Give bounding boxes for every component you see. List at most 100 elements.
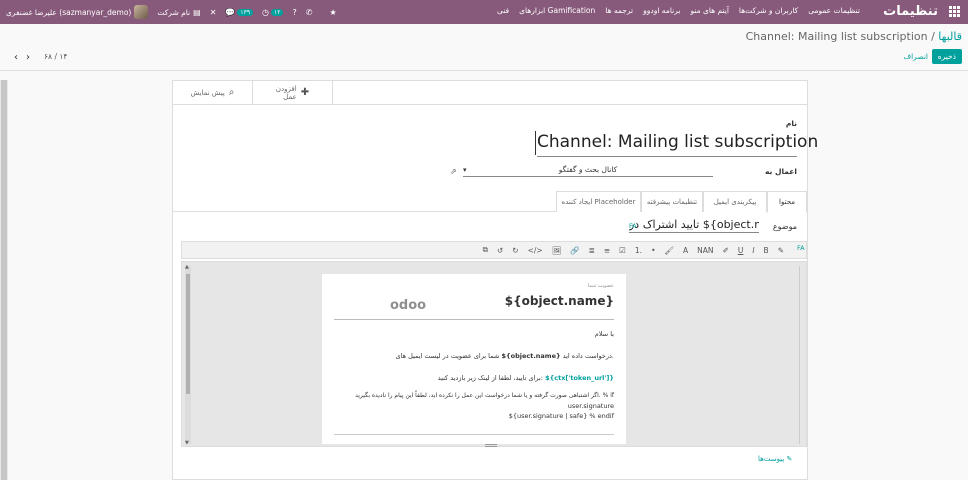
- editor-resize-handle[interactable]: [485, 444, 497, 447]
- email-preview-card[interactable]: عضویت شما ${object.name} odoo با سلام شم…: [322, 274, 626, 444]
- highlight-icon[interactable]: 🖌: [665, 246, 675, 255]
- numbered-list-icon[interactable]: 1.: [635, 246, 642, 255]
- tab-placeholder-generator[interactable]: ایجاد کننده Placeholder: [556, 191, 641, 212]
- font-size-select[interactable]: NAN: [697, 246, 713, 255]
- tab-email-config[interactable]: پیکربندی ایمیل: [703, 191, 767, 212]
- email-title: ${object.name}: [504, 294, 614, 308]
- smart-button-box: پیش نمایش ⌕ افزودن عمل ✚: [173, 81, 807, 105]
- company-switcher[interactable]: نام شرکت ▤: [157, 8, 200, 17]
- paragraph-icon[interactable]: ≣: [589, 246, 595, 255]
- caret-down-icon: ▾: [463, 166, 467, 174]
- chevron-left-icon[interactable]: ‹: [14, 52, 18, 63]
- company-label: نام شرکت: [157, 7, 191, 17]
- menu-general-settings[interactable]: تنظیمات عمومی: [808, 6, 860, 15]
- email-line-1: شما برای عضویت در لیست ایمیل های ${objec…: [396, 352, 614, 360]
- email-greeting: با سلام: [594, 330, 614, 338]
- paperclip-icon: ✎: [786, 455, 793, 463]
- font-color-icon[interactable]: A: [683, 246, 688, 255]
- app-brand[interactable]: تنظیمات: [883, 4, 938, 19]
- attachments-label: پیوست‌ها: [758, 455, 785, 463]
- pager-value[interactable]: ۶۸ / ۱۴: [44, 52, 67, 61]
- debug-tools-icon[interactable]: ✕: [210, 8, 217, 17]
- align-icon[interactable]: ≡: [604, 246, 610, 255]
- page-scrollbar[interactable]: [0, 80, 8, 480]
- name-label: نام: [785, 119, 797, 128]
- style-brush-icon[interactable]: ✎: [778, 246, 784, 255]
- help-icon[interactable]: ?: [292, 8, 296, 17]
- plus-icon: ✚: [300, 86, 310, 98]
- chevron-right-icon[interactable]: ›: [26, 52, 30, 63]
- italic-icon[interactable]: I: [752, 246, 754, 255]
- email-line-2: برای تایید، لطفا از لینک زیر بازدید کنید…: [438, 374, 614, 382]
- messages-badge: ۱۳۹: [237, 8, 254, 16]
- bullet-list-icon[interactable]: •: [651, 246, 655, 255]
- star-icon[interactable]: ★: [329, 8, 336, 17]
- breadcrumb-parent[interactable]: قالبها: [938, 30, 962, 43]
- email-line-4: user.signature: [567, 402, 614, 410]
- undo-icon[interactable]: ↺: [497, 246, 503, 255]
- menu-odoo-app[interactable]: برنامه اودوو: [643, 6, 680, 15]
- code-view-icon[interactable]: </>: [528, 246, 543, 255]
- email-divider: [334, 319, 614, 320]
- add-action-button[interactable]: افزودن عمل ✚: [253, 81, 333, 104]
- email-line-2-prefix: برای تایید، لطفا از لینک زیر بازدید کنید…: [437, 374, 543, 382]
- messaging-menu[interactable]: 💬 ۱۳۹: [225, 7, 254, 17]
- menu-gamification[interactable]: ابزارهای Gamification: [519, 6, 595, 15]
- eraser-icon[interactable]: ✐: [723, 246, 729, 255]
- email-line-1-prefix: شما برای عضویت در لیست ایمیل های: [395, 352, 500, 360]
- breadcrumb-current: Channel: Mailing list subscription: [745, 30, 928, 43]
- breadcrumb: Channel: Mailing list subscription / قال…: [746, 30, 962, 43]
- menu-menu-items[interactable]: آیتم های منو: [690, 6, 728, 15]
- editor-scroll-thumb[interactable]: [186, 274, 190, 394]
- editor-lang-button[interactable]: FA: [797, 244, 805, 252]
- menu-technical[interactable]: فنی: [497, 6, 509, 15]
- apply-to-label: اعمال به: [764, 167, 797, 176]
- scroll-up-icon[interactable]: ▲: [185, 264, 189, 270]
- scroll-down-icon[interactable]: ▼: [185, 440, 189, 446]
- link-icon[interactable]: 🔗: [570, 246, 579, 255]
- activity-badge: ۱۲: [271, 8, 284, 16]
- redo-icon[interactable]: ↻: [512, 246, 518, 255]
- subject-lang-button[interactable]: FA: [629, 222, 637, 230]
- fullscreen-icon[interactable]: ⧉: [483, 245, 488, 255]
- scrollbar-thumb[interactable]: [1, 80, 7, 480]
- user-menu[interactable]: علیرضا غضنفری (sazmanyar_demo): [6, 5, 149, 19]
- phone-icon[interactable]: ✆: [306, 8, 313, 17]
- apply-to-select[interactable]: ▾ کانال بحث و گفتگو: [463, 163, 713, 177]
- avatar: [134, 5, 149, 19]
- external-link-icon[interactable]: ⇗: [450, 167, 457, 176]
- editor-scrollbar[interactable]: ▲ ▼: [185, 264, 191, 446]
- email-token-link[interactable]: ${ctx['token_url']}: [545, 374, 614, 382]
- editor-divider: [799, 266, 800, 444]
- checklist-icon[interactable]: ☑: [619, 246, 626, 255]
- discard-button[interactable]: انصراف: [903, 52, 928, 61]
- attachments-link[interactable]: پیوست‌ها ✎: [758, 455, 792, 463]
- subject-field[interactable]: تایید اشتراک در ${object.name}: [629, 217, 759, 233]
- save-button[interactable]: ذخیره: [931, 49, 962, 64]
- tab-content[interactable]: محتوا: [767, 191, 807, 213]
- add-action-label-line2: عمل: [283, 92, 297, 101]
- html-editor[interactable]: ▲ ▼ عضویت شما ${object.name} odoo با سلا…: [181, 261, 807, 447]
- email-line-1-suffix: درخواست داده اید.: [562, 352, 614, 360]
- activity-menu[interactable]: ◷ ۱۲: [262, 8, 284, 17]
- email-line-5: ${user.signature | safe} % endif: [508, 412, 614, 420]
- form-sheet: پیش نمایش ⌕ افزودن عمل ✚ نام Channel: Ma…: [172, 80, 818, 480]
- email-footer-divider: [334, 434, 614, 435]
- subject-label: موضوع: [772, 222, 797, 231]
- chat-icon: 💬: [225, 7, 236, 17]
- email-small-header: عضویت شما: [587, 283, 614, 289]
- name-field[interactable]: Channel: Mailing list subscription: [537, 129, 818, 157]
- image-icon[interactable]: 🖼: [552, 246, 562, 255]
- apps-menu-icon[interactable]: [949, 6, 960, 17]
- add-action-label: افزودن عمل: [276, 85, 297, 101]
- tab-advanced-settings[interactable]: تنظیمات پیشرفته: [641, 191, 703, 212]
- add-action-label-line1: افزودن: [275, 84, 297, 93]
- underline-icon[interactable]: U: [738, 246, 744, 255]
- email-line-3: اگر اشتباهی صورت گرفته و یا شما درخواست …: [355, 392, 614, 399]
- bold-icon[interactable]: B: [764, 246, 769, 255]
- top-navbar: تنظیمات تنظیمات عمومی کاربران و شرکت‌ها …: [0, 0, 968, 24]
- apply-to-value: کانال بحث و گفتگو: [558, 165, 618, 174]
- menu-translations[interactable]: ترجمه ها: [605, 6, 633, 15]
- preview-button[interactable]: پیش نمایش ⌕: [173, 81, 253, 104]
- menu-users-companies[interactable]: کاربران و شرکت‌ها: [739, 6, 798, 15]
